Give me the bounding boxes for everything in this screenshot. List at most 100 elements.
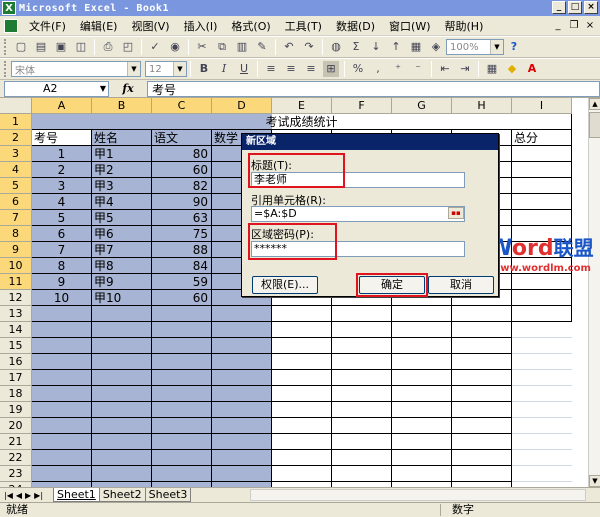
cell-a3[interactable]: 1: [32, 146, 92, 162]
cell-h20[interactable]: [452, 418, 512, 434]
cell-f17[interactable]: [332, 370, 392, 386]
cell-b10[interactable]: 甲8: [92, 258, 152, 274]
cell-d19[interactable]: [212, 402, 272, 418]
cell-i14[interactable]: [512, 322, 572, 338]
font-color-icon[interactable]: A: [524, 61, 540, 77]
print-icon[interactable]: ⎙: [100, 39, 116, 55]
cell-b5[interactable]: 甲3: [92, 178, 152, 194]
cut-icon[interactable]: ✂: [194, 39, 210, 55]
save-icon[interactable]: ▣: [53, 39, 69, 55]
header-cell-i2[interactable]: 总分: [512, 130, 572, 146]
cell-e18[interactable]: [272, 386, 332, 402]
cell-b11[interactable]: 甲9: [92, 274, 152, 290]
collapse-dialog-icon[interactable]: ▪▪: [448, 207, 464, 219]
cell-a13[interactable]: [32, 306, 92, 322]
cell-c4[interactable]: 60: [152, 162, 212, 178]
cell-i19[interactable]: [512, 402, 572, 418]
scroll-thumb[interactable]: [589, 112, 600, 138]
last-sheet-icon[interactable]: ▶|: [34, 491, 43, 500]
cell-f14[interactable]: [332, 322, 392, 338]
cell-i13[interactable]: [512, 306, 572, 322]
insert-function-icon[interactable]: fx: [109, 82, 147, 95]
spelling-icon[interactable]: ✓: [147, 39, 163, 55]
cell-b20[interactable]: [92, 418, 152, 434]
cell-d20[interactable]: [212, 418, 272, 434]
cell-i3[interactable]: [512, 146, 572, 162]
row-header-3[interactable]: 3: [0, 146, 32, 162]
cell-b23[interactable]: [92, 466, 152, 482]
cell-c14[interactable]: [152, 322, 212, 338]
cell-f18[interactable]: [332, 386, 392, 402]
cell-i20[interactable]: [512, 418, 572, 434]
cell-b9[interactable]: 甲7: [92, 242, 152, 258]
column-header-h[interactable]: H: [452, 98, 512, 114]
cell-h15[interactable]: [452, 338, 512, 354]
cell-f20[interactable]: [332, 418, 392, 434]
cell-a23[interactable]: [32, 466, 92, 482]
cell-a21[interactable]: [32, 434, 92, 450]
new-icon[interactable]: ▢: [13, 39, 29, 55]
row-header-6[interactable]: 6: [0, 194, 32, 210]
row-header-11[interactable]: 11: [0, 274, 32, 290]
cell-c9[interactable]: 88: [152, 242, 212, 258]
cell-c5[interactable]: 82: [152, 178, 212, 194]
fill-color-icon[interactable]: ◆: [504, 61, 520, 77]
drawing-icon[interactable]: ◈: [428, 39, 444, 55]
cell-c22[interactable]: [152, 450, 212, 466]
open-icon[interactable]: ▤: [33, 39, 49, 55]
cell-a11[interactable]: 9: [32, 274, 92, 290]
menu-view[interactable]: 视图(V): [124, 18, 176, 34]
formula-input[interactable]: 考号: [147, 80, 600, 97]
sort-ascending-icon[interactable]: ↓: [368, 39, 384, 55]
align-center-icon[interactable]: ≡: [283, 61, 299, 77]
cancel-button[interactable]: 取消: [428, 276, 494, 294]
scroll-down-icon[interactable]: ▼: [589, 475, 600, 487]
increase-decimal-icon[interactable]: ⁺: [390, 61, 406, 77]
cell-d18[interactable]: [212, 386, 272, 402]
italic-icon[interactable]: I: [216, 61, 232, 77]
cell-c18[interactable]: [152, 386, 212, 402]
menu-help[interactable]: 帮助(H): [438, 18, 491, 34]
cell-i17[interactable]: [512, 370, 572, 386]
row-header-21[interactable]: 21: [0, 434, 32, 450]
chart-wizard-icon[interactable]: ▦: [408, 39, 424, 55]
row-header-22[interactable]: 22: [0, 450, 32, 466]
paste-icon[interactable]: ▥: [234, 39, 250, 55]
header-cell-c2[interactable]: 语文: [152, 130, 212, 146]
cell-i12[interactable]: [512, 290, 572, 306]
hyperlink-icon[interactable]: ◍: [328, 39, 344, 55]
cell-e16[interactable]: [272, 354, 332, 370]
row-header-20[interactable]: 20: [0, 418, 32, 434]
cell-g13[interactable]: [392, 306, 452, 322]
row-header-4[interactable]: 4: [0, 162, 32, 178]
cell-b3[interactable]: 甲1: [92, 146, 152, 162]
cell-c8[interactable]: 75: [152, 226, 212, 242]
cell-i7[interactable]: [512, 210, 572, 226]
row-header-7[interactable]: 7: [0, 210, 32, 226]
cell-b12[interactable]: 甲10: [92, 290, 152, 306]
underline-icon[interactable]: U: [236, 61, 252, 77]
row-header-18[interactable]: 18: [0, 386, 32, 402]
cell-i11[interactable]: [512, 274, 572, 290]
refers-to-input[interactable]: =$A:$D: [251, 206, 465, 222]
cell-g16[interactable]: [392, 354, 452, 370]
cell-c13[interactable]: [152, 306, 212, 322]
cell-a4[interactable]: 2: [32, 162, 92, 178]
comma-icon[interactable]: ,: [370, 61, 386, 77]
cell-f16[interactable]: [332, 354, 392, 370]
cell-b4[interactable]: 甲2: [92, 162, 152, 178]
menu-file[interactable]: 文件(F): [22, 18, 73, 34]
cell-i6[interactable]: [512, 194, 572, 210]
cell-h18[interactable]: [452, 386, 512, 402]
cell-h16[interactable]: [452, 354, 512, 370]
autosum-icon[interactable]: Σ: [348, 39, 364, 55]
cell-g22[interactable]: [392, 450, 452, 466]
cell-c19[interactable]: [152, 402, 212, 418]
cell-e14[interactable]: [272, 322, 332, 338]
minimize-button[interactable]: _: [552, 1, 566, 14]
cell-h14[interactable]: [452, 322, 512, 338]
cell-f23[interactable]: [332, 466, 392, 482]
cell-a18[interactable]: [32, 386, 92, 402]
column-header-g[interactable]: G: [392, 98, 452, 114]
permissions-button[interactable]: 权限(E)...: [252, 276, 318, 294]
